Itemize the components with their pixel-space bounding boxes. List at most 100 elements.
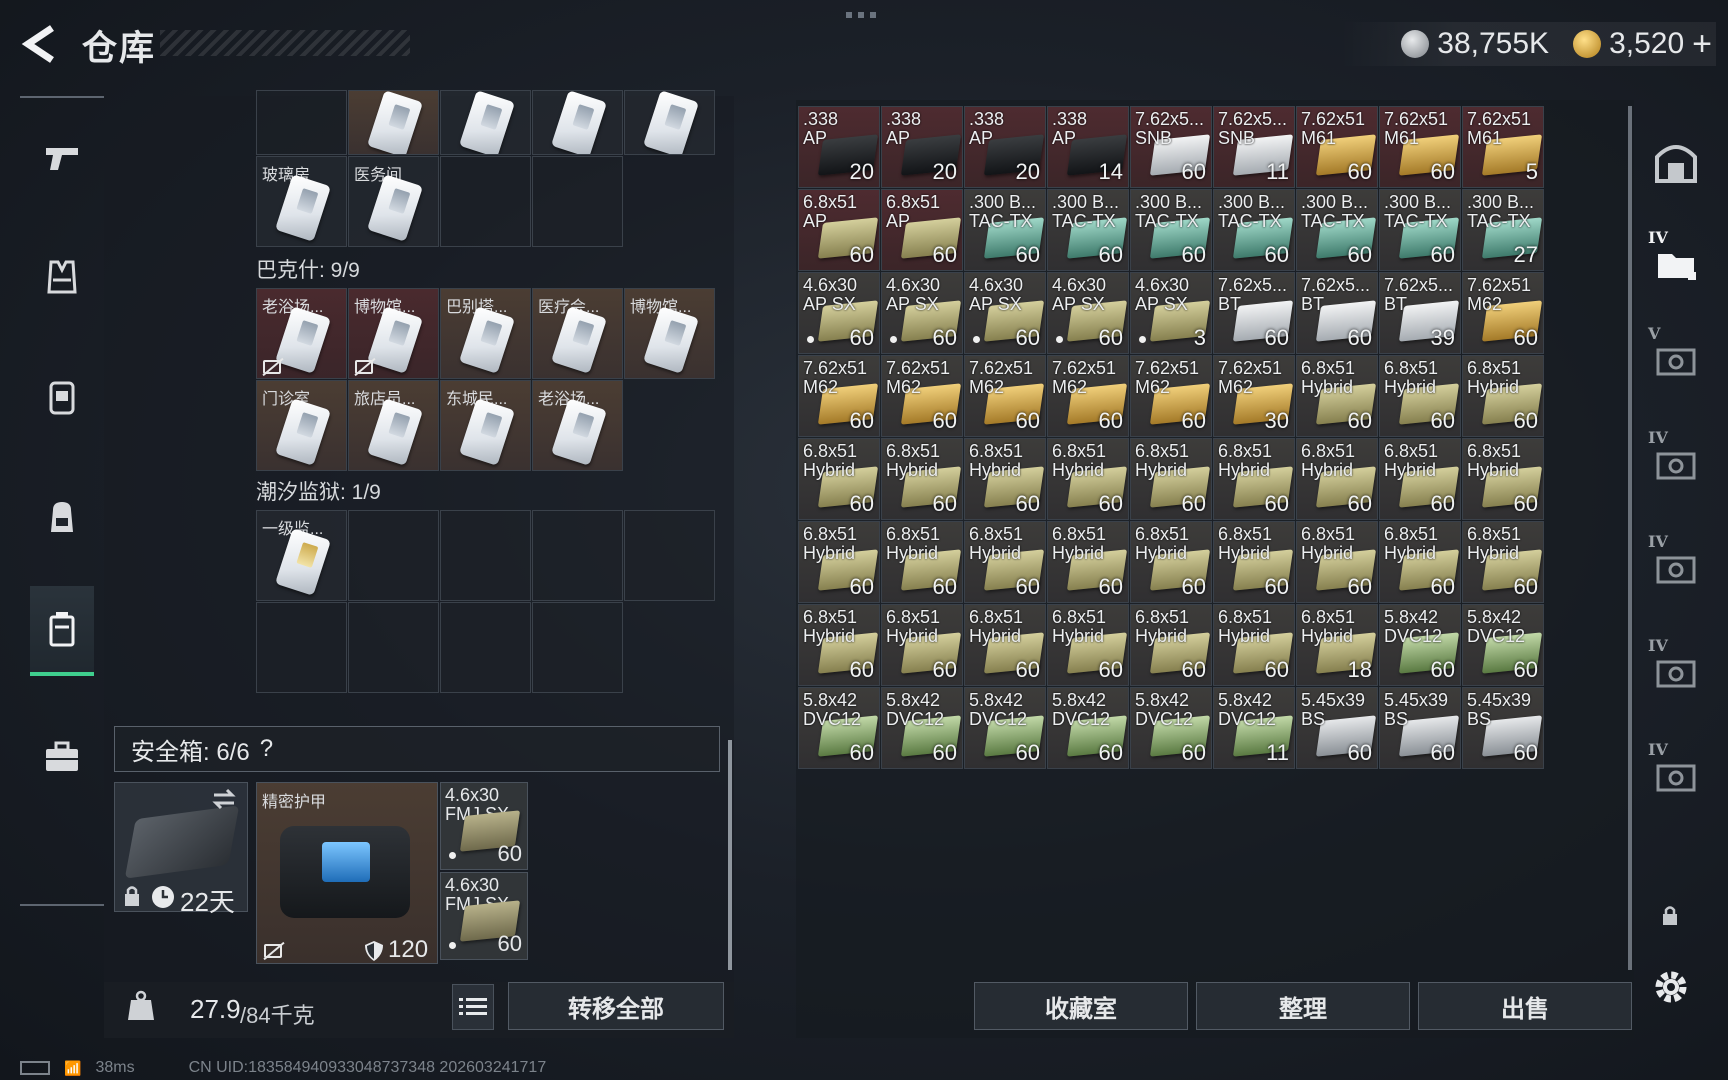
key-slot-top-2[interactable]	[440, 90, 531, 155]
key-slot-top-1[interactable]	[348, 90, 439, 155]
lock-icon[interactable]	[1660, 904, 1680, 926]
key-slot-empty[interactable]	[348, 602, 439, 693]
inventory-item-slot[interactable]: 4.6x30 AP SX 60	[1047, 272, 1129, 354]
inventory-item-slot[interactable]: 7.62x51 M62 30	[1213, 355, 1295, 437]
inventory-item-slot[interactable]: .300 B... TAC-TX 60	[1213, 189, 1295, 271]
inventory-item-slot[interactable]: 5.8x42 DVC12 60	[1130, 687, 1212, 769]
inventory-item-slot[interactable]: 7.62x51 M62 60	[1047, 355, 1129, 437]
add-currency-button[interactable]: +	[1692, 25, 1712, 64]
key-slot-top-3[interactable]	[532, 90, 623, 155]
inventory-item-slot[interactable]: 7.62x51 M62 60	[798, 355, 880, 437]
key-slot-empty[interactable]	[440, 510, 531, 601]
inventory-item-slot[interactable]: 6.8x51 Hybrid 60	[1296, 438, 1378, 520]
inventory-item-slot[interactable]: .338 AP 20	[798, 106, 880, 188]
rail-vest-tab[interactable]	[30, 232, 94, 322]
inventory-item-slot[interactable]: 6.8x51 AP 60	[798, 189, 880, 271]
settings-gear-icon[interactable]	[1652, 968, 1690, 1006]
key-card-slot[interactable]: 博物馆...	[624, 288, 715, 379]
inventory-item-slot[interactable]: 6.8x51 Hybrid 60	[1213, 521, 1295, 603]
inventory-item-slot[interactable]: 7.62x51 M62 60	[881, 355, 963, 437]
inventory-item-slot[interactable]: 7.62x51 M61 60	[1296, 106, 1378, 188]
inventory-item-slot[interactable]: 6.8x51 Hybrid 60	[964, 521, 1046, 603]
inventory-item-slot[interactable]: 6.8x51 AP 60	[881, 189, 963, 271]
inventory-item-slot[interactable]: 6.8x51 Hybrid 60	[881, 438, 963, 520]
storage-tab-main[interactable]	[1646, 122, 1706, 202]
inventory-item-slot[interactable]: 7.62x5... SNB 11	[1213, 106, 1295, 188]
inventory-item-slot[interactable]: 4.6x30 AP SX 60	[798, 272, 880, 354]
inventory-item-slot[interactable]: 6.8x51 Hybrid 60	[964, 438, 1046, 520]
key-card-slot[interactable]: 博物馆...	[348, 288, 439, 379]
inventory-item-slot[interactable]: 6.8x51 Hybrid 60	[881, 604, 963, 686]
inventory-item-slot[interactable]: 6.8x51 Hybrid 60	[1130, 604, 1212, 686]
inventory-item-slot[interactable]: 6.8x51 Hybrid 60	[1130, 438, 1212, 520]
inventory-item-slot[interactable]: 7.62x51 M61 60	[1379, 106, 1461, 188]
key-card-slot[interactable]: 一级监...	[256, 510, 347, 601]
inventory-item-slot[interactable]: 5.8x42 DVC12 60	[1462, 604, 1544, 686]
help-button[interactable]: ?	[260, 735, 273, 763]
inventory-item-slot[interactable]: .338 AP 20	[881, 106, 963, 188]
key-card-slot[interactable]: 老浴场...	[532, 380, 623, 471]
inventory-item-slot[interactable]: .338 AP 14	[1047, 106, 1129, 188]
key-slot-empty[interactable]	[624, 510, 715, 601]
inventory-item-slot[interactable]: 6.8x51 Hybrid 60	[1462, 438, 1544, 520]
key-card-slot[interactable]: 医疗会...	[532, 288, 623, 379]
inventory-item-slot[interactable]: 6.8x51 Hybrid 60	[1130, 521, 1212, 603]
inventory-item-slot[interactable]: 5.8x42 DVC12 60	[1047, 687, 1129, 769]
inventory-item-slot[interactable]: 6.8x51 Hybrid 60	[798, 521, 880, 603]
inventory-item-slot[interactable]: 5.45x39 BS 60	[1462, 687, 1544, 769]
list-view-button[interactable]	[452, 984, 494, 1030]
inventory-item-slot[interactable]: .300 B... TAC-TX 60	[964, 189, 1046, 271]
swap-icon[interactable]	[210, 788, 238, 810]
storage-tab-IV-b[interactable]: IV	[1646, 528, 1706, 608]
key-slot-empty[interactable]	[256, 602, 347, 693]
inventory-item-slot[interactable]: 6.8x51 Hybrid 60	[1379, 438, 1461, 520]
inventory-item-slot[interactable]: .300 B... TAC-TX 60	[1047, 189, 1129, 271]
key-card-slot[interactable]: 门诊室	[256, 380, 347, 471]
inventory-item-slot[interactable]: 6.8x51 Hybrid 60	[1462, 355, 1544, 437]
secure-ammo-slot[interactable]: 4.6x30 FMJ SX 60	[440, 782, 528, 870]
back-button[interactable]	[18, 22, 62, 66]
storage-tab-IV-c[interactable]: IV	[1646, 632, 1706, 712]
inventory-item-slot[interactable]: 4.6x30 AP SX 3	[1130, 272, 1212, 354]
inventory-item-slot[interactable]: 7.62x51 M61 5	[1462, 106, 1544, 188]
rail-container-tab[interactable]	[30, 586, 94, 676]
storage-tab-IV-active[interactable]: IV	[1646, 224, 1706, 304]
storage-tab-IV-d[interactable]: IV	[1646, 736, 1706, 816]
inventory-item-slot[interactable]: 6.8x51 Hybrid 60	[1047, 604, 1129, 686]
inventory-item-slot[interactable]: 6.8x51 Hybrid 60	[1379, 355, 1461, 437]
left-panel-scrollbar[interactable]	[728, 740, 732, 970]
rail-armor-tab[interactable]	[30, 352, 94, 442]
inventory-item-slot[interactable]: 5.45x39 BS 60	[1379, 687, 1461, 769]
storage-tab-IV-a[interactable]: IV	[1646, 424, 1706, 504]
inventory-item-slot[interactable]: 6.8x51 Hybrid 60	[964, 604, 1046, 686]
inventory-item-slot[interactable]: .300 B... TAC-TX 60	[1130, 189, 1212, 271]
key-slot-empty[interactable]	[532, 156, 623, 247]
inventory-item-slot[interactable]: 6.8x51 Hybrid 60	[1379, 521, 1461, 603]
rail-weapons-tab[interactable]	[30, 112, 94, 202]
inventory-item-slot[interactable]: .300 B... TAC-TX 60	[1296, 189, 1378, 271]
inventory-item-slot[interactable]: 4.6x30 AP SX 60	[881, 272, 963, 354]
inventory-item-slot[interactable]: 6.8x51 Hybrid 60	[1213, 438, 1295, 520]
sort-button[interactable]: 整理	[1196, 982, 1410, 1030]
inventory-item-slot[interactable]: .300 B... TAC-TX 27	[1462, 189, 1544, 271]
inventory-item-slot[interactable]: 7.62x5... BT 60	[1296, 272, 1378, 354]
rail-backpack-tab[interactable]	[30, 472, 94, 562]
inventory-item-slot[interactable]: 6.8x51 Hybrid 60	[1213, 604, 1295, 686]
inventory-item-slot[interactable]: 5.8x42 DVC12 11	[1213, 687, 1295, 769]
secure-ammo-slot[interactable]: 4.6x30 FMJ SX 60	[440, 872, 528, 960]
inventory-item-slot[interactable]: 7.62x5... SNB 60	[1130, 106, 1212, 188]
key-slot-empty[interactable]	[440, 602, 531, 693]
inventory-item-slot[interactable]: 7.62x51 M62 60	[1462, 272, 1544, 354]
inventory-item-slot[interactable]: 5.8x42 DVC12 60	[798, 687, 880, 769]
inventory-item-slot[interactable]: 7.62x5... BT 39	[1379, 272, 1461, 354]
inventory-item-slot[interactable]: 7.62x51 M62 60	[964, 355, 1046, 437]
drag-handle[interactable]	[846, 12, 882, 18]
key-slot-empty[interactable]	[532, 510, 623, 601]
collection-room-button[interactable]: 收藏室	[974, 982, 1188, 1030]
transfer-all-button[interactable]: 转移全部	[508, 982, 724, 1030]
inventory-item-slot[interactable]: 6.8x51 Hybrid 60	[881, 521, 963, 603]
sell-button[interactable]: 出售	[1418, 982, 1632, 1030]
key-slot-empty[interactable]	[440, 156, 531, 247]
warehouse-scrollbar[interactable]	[1628, 106, 1632, 970]
inventory-item-slot[interactable]: 7.62x51 M62 60	[1130, 355, 1212, 437]
